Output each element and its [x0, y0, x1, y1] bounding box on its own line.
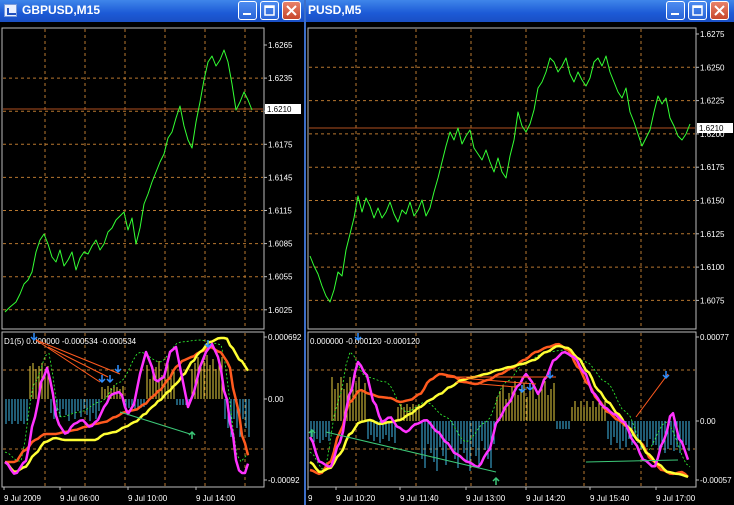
chart-area[interactable]: 1.6275 1.6250 1.6225 1.6200 1.6175 1.6150 1.61… [306, 22, 734, 505]
chart-area[interactable]: 1.62651.62351.62051.61751.61451.61151.60… [0, 22, 304, 505]
current-price-label: 1.6210 [267, 105, 292, 114]
window-title: PUSD,M5 [308, 3, 362, 17]
magenta-line [4, 342, 250, 475]
chart-window-gbpusd-m15[interactable]: GBPUSD,M15 1.62651.62351.62051.61751.614… [0, 0, 306, 505]
time-axis-label: 9 Jul 2009 [4, 494, 41, 503]
indicator-axis-label: 0.000692 [268, 333, 302, 342]
grid [309, 29, 695, 486]
indicator-axis-label: 0.00 [268, 395, 284, 404]
chart-window-icon [4, 4, 17, 17]
arrow-up-icon [492, 476, 500, 485]
main-panel-frame [1, 27, 265, 330]
arrow-up-icon [188, 430, 196, 439]
minimize-icon [671, 13, 679, 15]
price-axis-label: 1.6275 [700, 30, 725, 39]
histogram [5, 355, 250, 437]
price-axis-label: 1.6265 [268, 41, 293, 50]
price-axis-label: 1.6025 [268, 306, 293, 315]
current-price-marker: 1.6210 [697, 123, 733, 133]
grid [3, 29, 263, 486]
maximize-button[interactable] [688, 1, 707, 20]
chart-canvas: 1.62651.62351.62051.61751.61451.61151.60… [1, 27, 302, 503]
price-axis-label: 1.6115 [268, 207, 292, 216]
divergence-line [585, 459, 679, 463]
title-bar[interactable]: PUSD,M5 [306, 0, 734, 22]
time-axis-label: 9 Jul 06:00 [60, 494, 100, 503]
price-axis-label: 1.6125 [700, 230, 725, 239]
time-axis-label: 9 Jul 14:20 [526, 494, 566, 503]
time-axis-label: 9 Jul 10:00 [128, 494, 168, 503]
time-axis-label: 9 [308, 494, 313, 503]
close-button[interactable] [710, 1, 729, 20]
time-axis-label: 9 Jul 10:20 [336, 494, 376, 503]
indicator-axis-label: 0.00 [700, 417, 716, 426]
close-button[interactable] [282, 1, 301, 20]
price-line [309, 55, 691, 303]
histogram [310, 377, 690, 471]
maximize-icon [692, 5, 703, 16]
orange-line [309, 342, 689, 478]
yellow-line [309, 344, 689, 478]
time-axis-label: 9 Jul 11:40 [400, 494, 439, 503]
price-axis-label: 1.6150 [700, 197, 725, 206]
title-bar[interactable]: GBPUSD,M15 [0, 0, 304, 22]
minimize-button[interactable] [238, 1, 257, 20]
indicator-panel-frame [307, 331, 697, 488]
price-axis-label: 1.6235 [268, 74, 293, 83]
close-icon [714, 5, 725, 16]
main-panel-frame [307, 27, 697, 330]
indicator-axis-label: 0.00077 [700, 333, 729, 342]
price-axis-label: 1.6225 [700, 97, 725, 106]
maximize-icon [264, 5, 275, 16]
arrow-down-icon [98, 375, 106, 384]
minimize-button[interactable] [666, 1, 685, 20]
current-price-marker: 1.6210 [265, 104, 301, 114]
close-icon [286, 5, 297, 16]
current-price-label: 1.6210 [699, 124, 724, 133]
price-axis-label: 1.6100 [700, 263, 725, 272]
arrow-down-icon [106, 375, 114, 384]
window-title: GBPUSD,M15 [22, 3, 101, 17]
maximize-button[interactable] [260, 1, 279, 20]
time-axis-label: 9 Jul 17:00 [656, 494, 696, 503]
price-axis-label: 1.6175 [700, 163, 725, 172]
price-axis-label: 1.6055 [268, 273, 293, 282]
price-line [4, 49, 253, 313]
indicator-label: 0.000000 -0.000120 -0.000120 [310, 337, 420, 346]
time-axis-label: 9 Jul 15:40 [590, 494, 630, 503]
chart-window-gbpusd-m5[interactable]: PUSD,M5 1.6275 1.6250 1.6225 1.6200 1.6175 1.… [306, 0, 734, 505]
price-axis-label: 1.6085 [268, 240, 293, 249]
price-axis-label: 1.6250 [700, 63, 725, 72]
price-axis-label: 1.6075 [700, 296, 725, 305]
minimize-icon [243, 13, 251, 15]
divergence-line [47, 346, 109, 378]
arrow-down-icon [114, 365, 122, 374]
indicator-axis-label: -0.00092 [268, 476, 300, 485]
indicator-axis-label: -0.00057 [700, 476, 732, 485]
time-axis-label: 9 Jul 14:00 [196, 494, 236, 503]
price-axis-label: 1.6175 [268, 140, 293, 149]
chart-canvas: 1.62751.62501.62251.62001.61751.61501.61… [307, 27, 733, 503]
time-axis-label: 9 Jul 13:00 [466, 494, 506, 503]
divergence-line [455, 381, 517, 388]
price-axis-label: 1.6145 [268, 173, 293, 182]
indicator-label: D1(5) 0.000000 -0.000534 -0.000534 [4, 337, 137, 346]
